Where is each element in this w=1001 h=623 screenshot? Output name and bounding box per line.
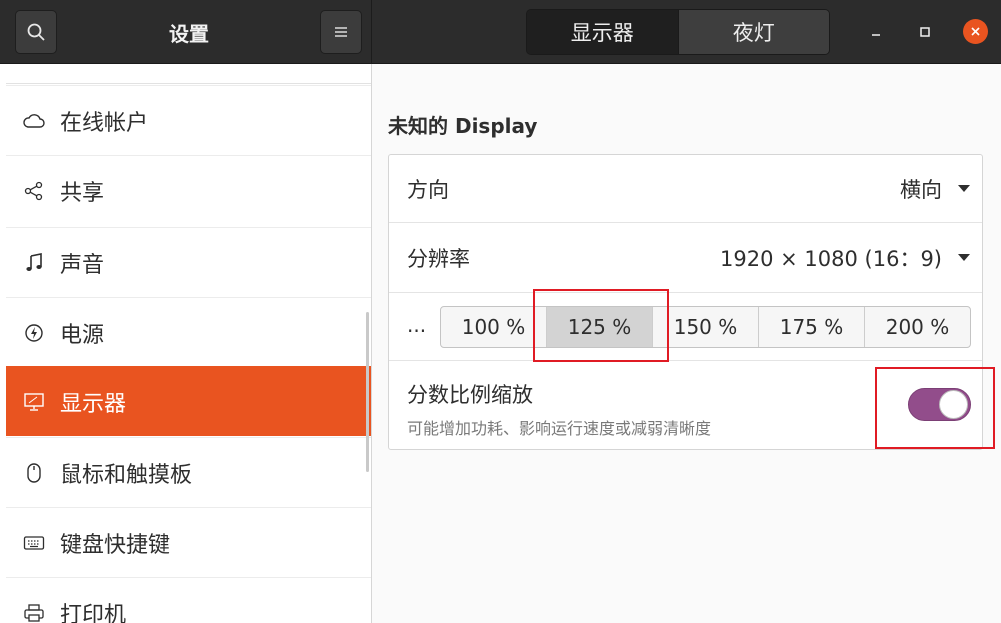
- maximize-icon: [920, 27, 930, 37]
- sidebar-item-label: 共享: [60, 180, 105, 206]
- tab-night-light[interactable]: 夜灯: [677, 10, 829, 54]
- hamburger-menu-icon: [335, 27, 347, 37]
- minimize-button[interactable]: [864, 20, 888, 44]
- orientation-label: 方向: [407, 177, 449, 202]
- highlight-box-scale: [533, 289, 669, 362]
- scale-option-100[interactable]: 100 %: [441, 307, 546, 347]
- sidebar-header: 设置: [0, 0, 372, 64]
- share-icon: [6, 181, 60, 201]
- sidebar-item-label: 打印机: [60, 602, 127, 623]
- sidebar-item-sharing[interactable]: 共享: [6, 155, 371, 225]
- scale-option-175[interactable]: 175 %: [758, 307, 864, 347]
- settings-window: 设置 显示器 夜灯 在线帐户 共享 声音 电源 显示器 鼠标和触摸板 键盘快捷键…: [0, 0, 1001, 623]
- sidebar-item-keyboard-shortcuts[interactable]: 键盘快捷键: [6, 507, 371, 577]
- sidebar-divider: [6, 64, 371, 84]
- sidebar-item-sound[interactable]: 声音: [6, 227, 371, 297]
- resolution-label: 分辨率: [407, 246, 470, 271]
- chevron-down-icon: [958, 185, 970, 192]
- sidebar-item-label: 在线帐户: [60, 110, 149, 136]
- sidebar: 在线帐户 共享 声音 电源 显示器 鼠标和触摸板 键盘快捷键 打印机: [0, 64, 372, 623]
- display-name-heading: 未知的 Display: [388, 114, 538, 138]
- sidebar-item-label: 声音: [60, 252, 105, 278]
- search-icon: [27, 23, 45, 41]
- fractional-scaling-subtitle: 可能增加功耗、影响运行速度或减弱清晰度: [407, 419, 712, 438]
- sidebar-item-printers[interactable]: 打印机: [6, 577, 371, 623]
- printer-icon: [6, 603, 60, 623]
- power-icon: [6, 323, 60, 343]
- minimize-icon: [872, 34, 880, 36]
- close-button[interactable]: [963, 19, 988, 44]
- orientation-row[interactable]: 方向 横向: [389, 155, 982, 223]
- resolution-value: 1920 × 1080 (16：9): [720, 246, 942, 271]
- orientation-value: 横向: [900, 177, 942, 202]
- fractional-scaling-title: 分数比例缩放: [407, 383, 533, 407]
- music-note-icon: [6, 252, 60, 273]
- sidebar-item-label: 电源: [60, 322, 105, 348]
- maximize-button[interactable]: [913, 20, 937, 44]
- resolution-row[interactable]: 分辨率 1920 × 1080 (16：9): [389, 223, 982, 293]
- app-title: 设置: [169, 21, 209, 46]
- sidebar-item-label: 显示器: [60, 391, 127, 417]
- sidebar-item-online-accounts[interactable]: 在线帐户: [6, 85, 371, 155]
- sidebar-item-displays[interactable]: 显示器: [6, 366, 371, 436]
- view-switcher: 显示器 夜灯: [526, 9, 830, 55]
- close-icon: [971, 27, 980, 36]
- menu-button[interactable]: [320, 10, 362, 54]
- scale-row: ... 100 % 125 % 150 % 175 % 200 %: [389, 293, 982, 361]
- tab-displays[interactable]: 显示器: [527, 10, 678, 54]
- header-bar: 设置 显示器 夜灯: [0, 0, 1001, 64]
- scale-option-200[interactable]: 200 %: [864, 307, 970, 347]
- chevron-down-icon: [958, 254, 970, 261]
- display-icon: [6, 392, 60, 412]
- sidebar-item-mouse-touchpad[interactable]: 鼠标和触摸板: [6, 437, 371, 507]
- search-button[interactable]: [15, 10, 57, 54]
- scale-label: ...: [407, 313, 427, 337]
- mouse-icon: [6, 462, 60, 484]
- sidebar-item-label: 鼠标和触摸板: [60, 462, 193, 488]
- sidebar-scrollbar[interactable]: [366, 312, 369, 472]
- display-settings-panel: 未知的 Display 方向 横向 分辨率 1920 × 1080 (16：9)…: [373, 64, 1001, 623]
- scale-selector: 100 % 125 % 150 % 175 % 200 %: [440, 306, 971, 348]
- keyboard-icon: [6, 535, 60, 551]
- sidebar-item-power[interactable]: 电源: [6, 297, 371, 367]
- highlight-box-toggle: [875, 367, 995, 449]
- sidebar-item-label: 键盘快捷键: [60, 532, 171, 558]
- cloud-icon: [6, 113, 60, 129]
